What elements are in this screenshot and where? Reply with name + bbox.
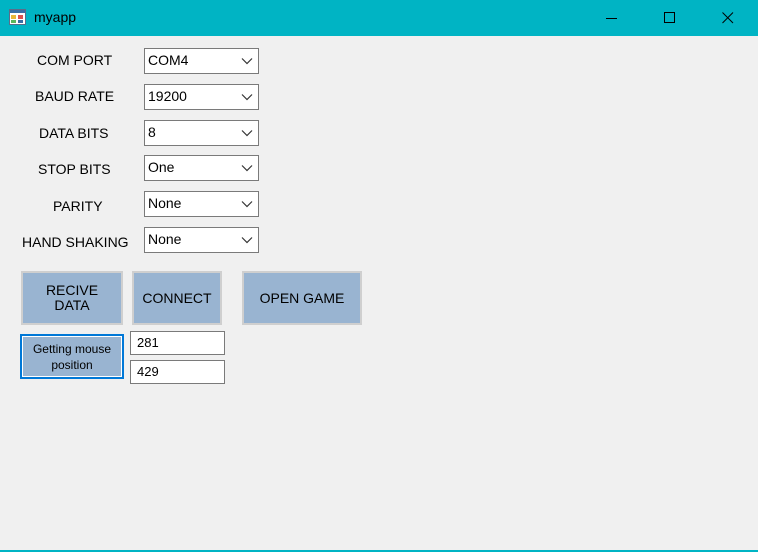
data-bits-value: 8 (148, 124, 156, 140)
receive-data-label-line2: DATA (54, 297, 90, 313)
close-button[interactable] (699, 0, 757, 36)
chevron-down-icon (241, 165, 253, 172)
minimize-button[interactable] (583, 0, 641, 36)
hand-shaking-select[interactable]: None (144, 227, 259, 253)
mouse-x-value: 281 (137, 335, 159, 350)
hand-shaking-label: HAND SHAKING (22, 234, 129, 250)
minimize-icon (606, 18, 617, 19)
hand-shaking-value: None (148, 231, 182, 247)
chevron-down-icon (241, 130, 253, 137)
parity-select[interactable]: None (144, 191, 259, 217)
chevron-down-icon (241, 201, 253, 208)
parity-label: PARITY (53, 198, 103, 214)
com-port-value: COM4 (148, 52, 189, 68)
mouse-y-input[interactable]: 429 (130, 360, 225, 384)
baud-rate-label: BAUD RATE (35, 88, 115, 104)
receive-data-button[interactable]: RECIVE DATA (21, 271, 123, 325)
close-icon (722, 12, 734, 24)
stop-bits-value: One (148, 159, 175, 175)
mouse-position-label-line1: Getting mouse (32, 341, 112, 356)
parity-value: None (148, 195, 182, 211)
baud-rate-select[interactable]: 19200 (144, 84, 259, 110)
mouse-x-input[interactable]: 281 (130, 331, 225, 355)
connect-button[interactable]: CONNECT (132, 271, 222, 325)
data-bits-select[interactable]: 8 (144, 120, 259, 146)
com-port-select[interactable]: COM4 (144, 48, 259, 74)
maximize-button[interactable] (641, 0, 699, 36)
chevron-down-icon (241, 94, 253, 101)
connect-label: CONNECT (142, 289, 212, 306)
get-mouse-position-button[interactable]: Getting mouse position (20, 334, 124, 379)
maximize-icon (664, 12, 675, 23)
receive-data-label-line1: RECIVE (45, 282, 99, 298)
mouse-position-label-line2: position (51, 357, 93, 372)
window-title: myapp (34, 9, 77, 25)
open-game-button[interactable]: OPEN GAME (242, 271, 362, 325)
chevron-down-icon (241, 237, 253, 244)
stop-bits-select[interactable]: One (144, 155, 259, 181)
chevron-down-icon (241, 58, 253, 65)
app-window: myapp COM PORT BAUD RATE DATA BITS STOP … (0, 0, 758, 552)
mouse-y-value: 429 (137, 364, 159, 379)
open-game-label: OPEN GAME (259, 289, 345, 306)
data-bits-label: DATA BITS (39, 125, 109, 141)
com-port-label: COM PORT (37, 52, 113, 68)
title-bar[interactable]: myapp (0, 0, 758, 36)
app-window-icon (9, 9, 26, 25)
stop-bits-label: STOP BITS (38, 161, 111, 177)
baud-rate-value: 19200 (148, 88, 187, 104)
